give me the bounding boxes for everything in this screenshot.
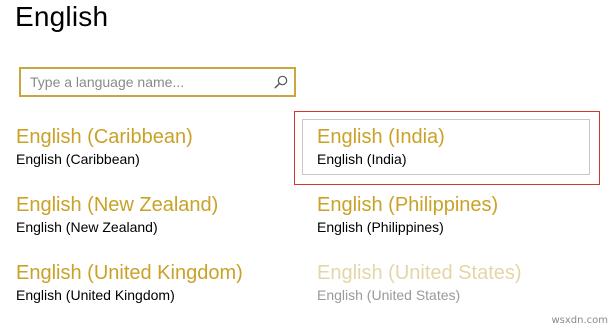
language-name: English (New Zealand) xyxy=(16,194,219,216)
language-native-name: English (United States) xyxy=(317,287,461,303)
language-name: English (Philippines) xyxy=(317,194,499,216)
language-native-name: English (Caribbean) xyxy=(16,151,140,167)
language-native-name: English (United Kingdom) xyxy=(16,287,175,303)
language-picker-page: English English (Caribbean) English (Car… xyxy=(0,0,614,329)
language-item-english-caribbean[interactable]: English (Caribbean) English (Caribbean) xyxy=(16,126,301,188)
language-name: English (United Kingdom) xyxy=(16,262,243,284)
language-name: English (India) xyxy=(317,126,445,148)
language-item-english-new-zealand[interactable]: English (New Zealand) English (New Zeala… xyxy=(16,194,301,256)
language-name: English (Caribbean) xyxy=(16,126,193,148)
search-icon[interactable] xyxy=(273,74,289,90)
language-item-english-united-kingdom[interactable]: English (United Kingdom) English (United… xyxy=(16,262,301,324)
language-native-name: English (India) xyxy=(317,151,407,167)
language-item-english-philippines[interactable]: English (Philippines) English (Philippin… xyxy=(317,194,602,256)
watermark: wsxdn.com xyxy=(551,315,608,326)
language-native-name: English (Philippines) xyxy=(317,219,444,235)
language-name: English (United States) xyxy=(317,262,522,284)
language-native-name: English (New Zealand) xyxy=(16,219,158,235)
page-title: English xyxy=(15,1,109,32)
search-input[interactable] xyxy=(21,69,280,95)
language-item-english-india[interactable]: English (India) English (India) xyxy=(317,126,602,188)
search-box[interactable] xyxy=(19,67,296,97)
